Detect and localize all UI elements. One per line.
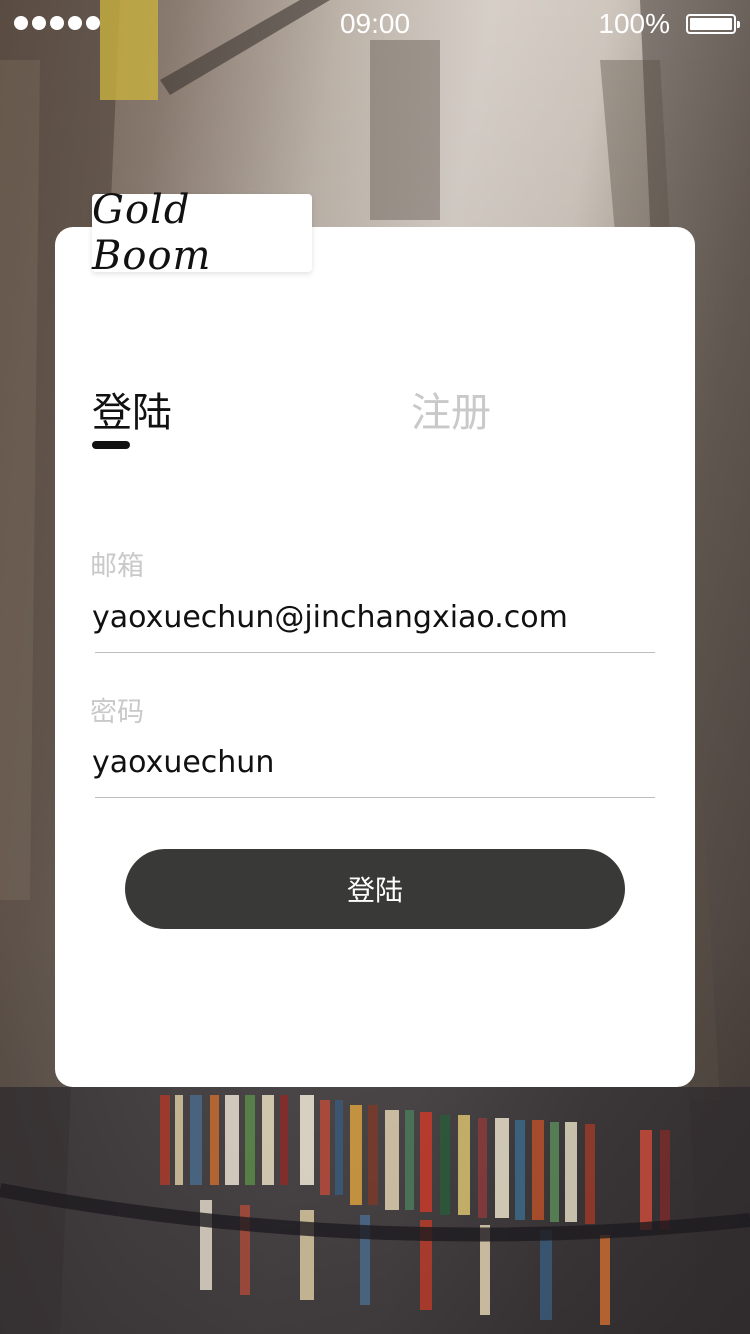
logo-text: Gold Boom xyxy=(92,187,212,279)
email-underline xyxy=(95,652,655,653)
login-card xyxy=(55,227,695,1087)
password-label: 密码 xyxy=(90,697,144,728)
tab-login[interactable]: 登陆 xyxy=(92,388,172,438)
status-bar: 09:00 100% xyxy=(0,0,750,48)
password-field[interactable] xyxy=(92,743,652,783)
password-underline xyxy=(95,797,655,798)
email-label: 邮箱 xyxy=(90,551,144,582)
battery-fill xyxy=(690,18,732,30)
login-button[interactable]: 登陆 xyxy=(125,849,625,929)
logo: Gold Boom xyxy=(92,187,312,279)
tab-register[interactable]: 注册 xyxy=(411,388,491,438)
email-field[interactable] xyxy=(92,598,652,638)
login-screen: 09:00 100% Gold Boom 登陆 注册 邮箱 密码 登陆 xyxy=(0,0,750,1334)
active-tab-indicator xyxy=(92,441,130,449)
battery-icon xyxy=(686,14,740,34)
battery-percent: 100% xyxy=(598,8,670,39)
